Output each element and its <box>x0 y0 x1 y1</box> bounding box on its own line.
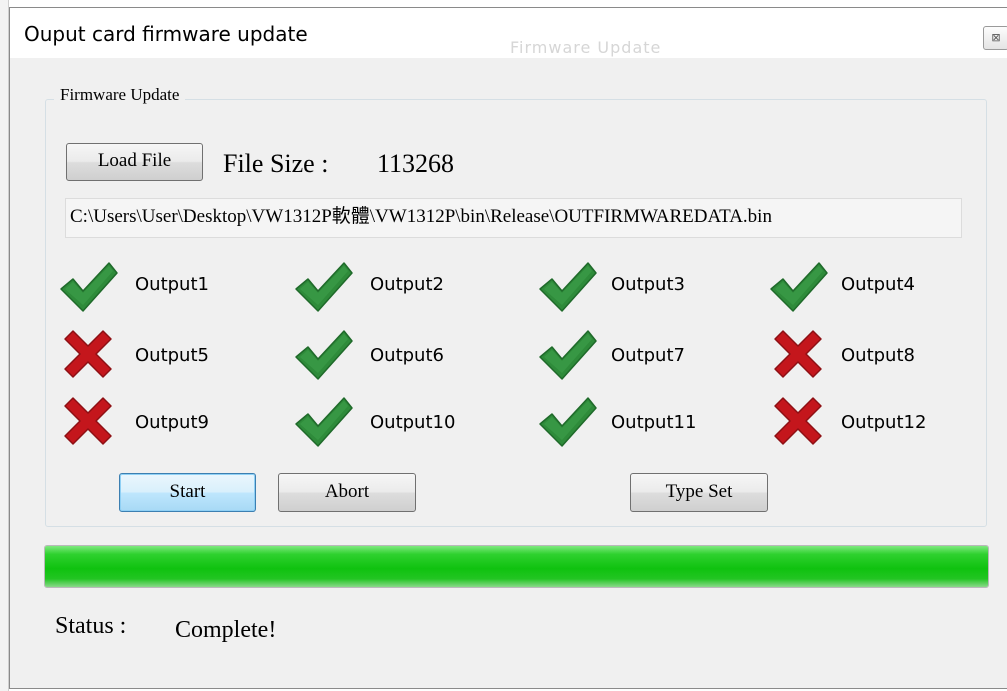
output-label: Output6 <box>370 345 444 366</box>
check-icon <box>534 253 600 319</box>
load-file-button[interactable]: Load File <box>66 143 203 181</box>
output-label: Output7 <box>611 345 685 366</box>
status-label: Status : <box>55 613 127 639</box>
output-label: Output3 <box>611 274 685 295</box>
cross-icon <box>765 321 831 387</box>
check-icon <box>765 253 831 319</box>
progress-fill <box>45 546 988 587</box>
file-path-field[interactable]: C:\Users\User\Desktop\VW1312P軟體\VW1312P\… <box>65 198 962 238</box>
check-icon <box>534 388 600 454</box>
output-label: Output9 <box>135 412 209 433</box>
type-set-button[interactable]: Type Set <box>630 473 768 512</box>
cross-icon <box>765 388 831 454</box>
check-icon <box>534 321 600 387</box>
status-value: Complete! <box>175 617 277 643</box>
group-legend: Firmware Update <box>54 85 186 105</box>
output-label: Output4 <box>841 274 915 295</box>
output-label: Output1 <box>135 274 209 295</box>
check-icon <box>55 253 121 319</box>
file-size-label: File Size : <box>223 149 329 178</box>
start-button[interactable]: Start <box>119 473 256 512</box>
progress-bar <box>44 545 989 588</box>
file-path-text: C:\Users\User\Desktop\VW1312P軟體\VW1312P\… <box>70 206 772 227</box>
load-file-label: Load File <box>97 150 172 171</box>
start-label: Start <box>169 481 206 502</box>
output-label: Output12 <box>841 412 927 433</box>
output-label: Output5 <box>135 345 209 366</box>
check-icon <box>290 253 356 319</box>
check-icon <box>290 388 356 454</box>
abort-button[interactable]: Abort <box>278 473 416 512</box>
close-button[interactable]: ⊠ <box>983 26 1007 50</box>
cross-icon <box>55 321 121 387</box>
abort-label: Abort <box>324 481 370 502</box>
type-set-label: Type Set <box>665 481 733 502</box>
cross-icon <box>55 388 121 454</box>
close-icon: ⊠ <box>991 31 1001 44</box>
output-label: Output8 <box>841 345 915 366</box>
title-bar[interactable]: Ouput card firmware update Firmware Upda… <box>10 8 1007 58</box>
output-label: Output11 <box>611 412 697 433</box>
file-size-value: 113268 <box>377 149 455 178</box>
check-icon <box>290 321 356 387</box>
window-title: Ouput card firmware update <box>24 22 308 46</box>
output-label: Output10 <box>370 412 456 433</box>
firmware-update-dialog: Ouput card firmware update Firmware Upda… <box>9 7 1007 689</box>
background-window-title: Firmware Update <box>510 38 662 57</box>
background-window-edge <box>0 0 9 691</box>
output-label: Output2 <box>370 274 444 295</box>
